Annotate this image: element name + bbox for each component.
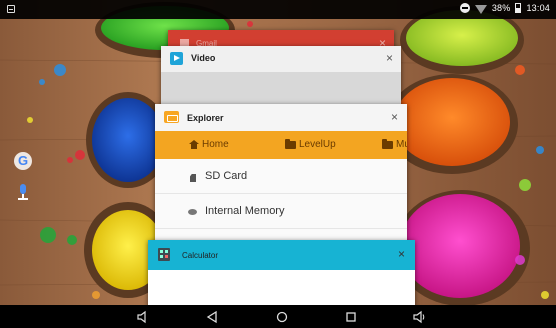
google-search-icon[interactable]: G (14, 152, 32, 170)
list-item-label: SD Card (205, 170, 248, 182)
list-item-label: Internal Memory (205, 205, 285, 217)
do-not-disturb-icon (459, 3, 470, 13)
clock: 13:04 (526, 3, 550, 13)
storage-list: SD Card Internal Memory (155, 159, 407, 229)
battery-icon (515, 3, 522, 13)
list-item-internal-memory[interactable]: Internal Memory (155, 194, 407, 229)
sd-card-icon (190, 174, 196, 182)
tab-label: LevelUp (299, 139, 336, 150)
status-bar: 38% 13:04 (0, 0, 556, 19)
card-header: Video × (161, 46, 401, 72)
card-header: Calculator × (148, 240, 415, 270)
close-icon[interactable]: × (391, 110, 398, 124)
navigation-bar (0, 305, 556, 328)
card-header: Explorer × (155, 104, 407, 131)
wifi-icon (474, 4, 487, 14)
internal-storage-icon (188, 209, 197, 215)
tab-multi[interactable]: Mu (382, 138, 407, 150)
screenshot-notification-icon (7, 5, 15, 13)
explorer-toolbar: Home LevelUp Mu (155, 131, 407, 159)
explorer-app-icon (164, 111, 179, 123)
back-icon[interactable] (205, 310, 219, 324)
gmail-icon (180, 39, 189, 46)
volume-up-icon[interactable] (412, 310, 426, 324)
calculator-app-icon (158, 248, 170, 261)
recent-card-calculator[interactable]: Calculator × (148, 240, 415, 310)
tab-label: Home (202, 139, 229, 150)
battery-percent: 38% (491, 3, 511, 13)
card-title: Explorer (187, 113, 224, 123)
tab-label: Mu (396, 139, 407, 150)
card-title: Calculator (182, 251, 219, 260)
tab-levelup[interactable]: LevelUp (285, 138, 336, 150)
close-icon[interactable]: × (386, 51, 393, 65)
video-app-icon (170, 52, 183, 65)
volume-down-icon[interactable] (136, 310, 150, 324)
home-icon (189, 140, 199, 149)
folder-icon (285, 138, 296, 149)
card-title: Video (191, 53, 216, 63)
close-icon[interactable]: × (398, 247, 405, 261)
list-item-sd-card[interactable]: SD Card (155, 159, 407, 194)
recent-card-explorer[interactable]: Explorer × Home LevelUp Mu SD Card Inter… (155, 104, 407, 256)
voice-search-icon[interactable] (15, 183, 33, 201)
folder-icon (382, 138, 393, 149)
recents-icon[interactable] (344, 310, 358, 324)
tab-home[interactable]: Home (189, 139, 229, 150)
home-icon[interactable] (275, 310, 289, 324)
